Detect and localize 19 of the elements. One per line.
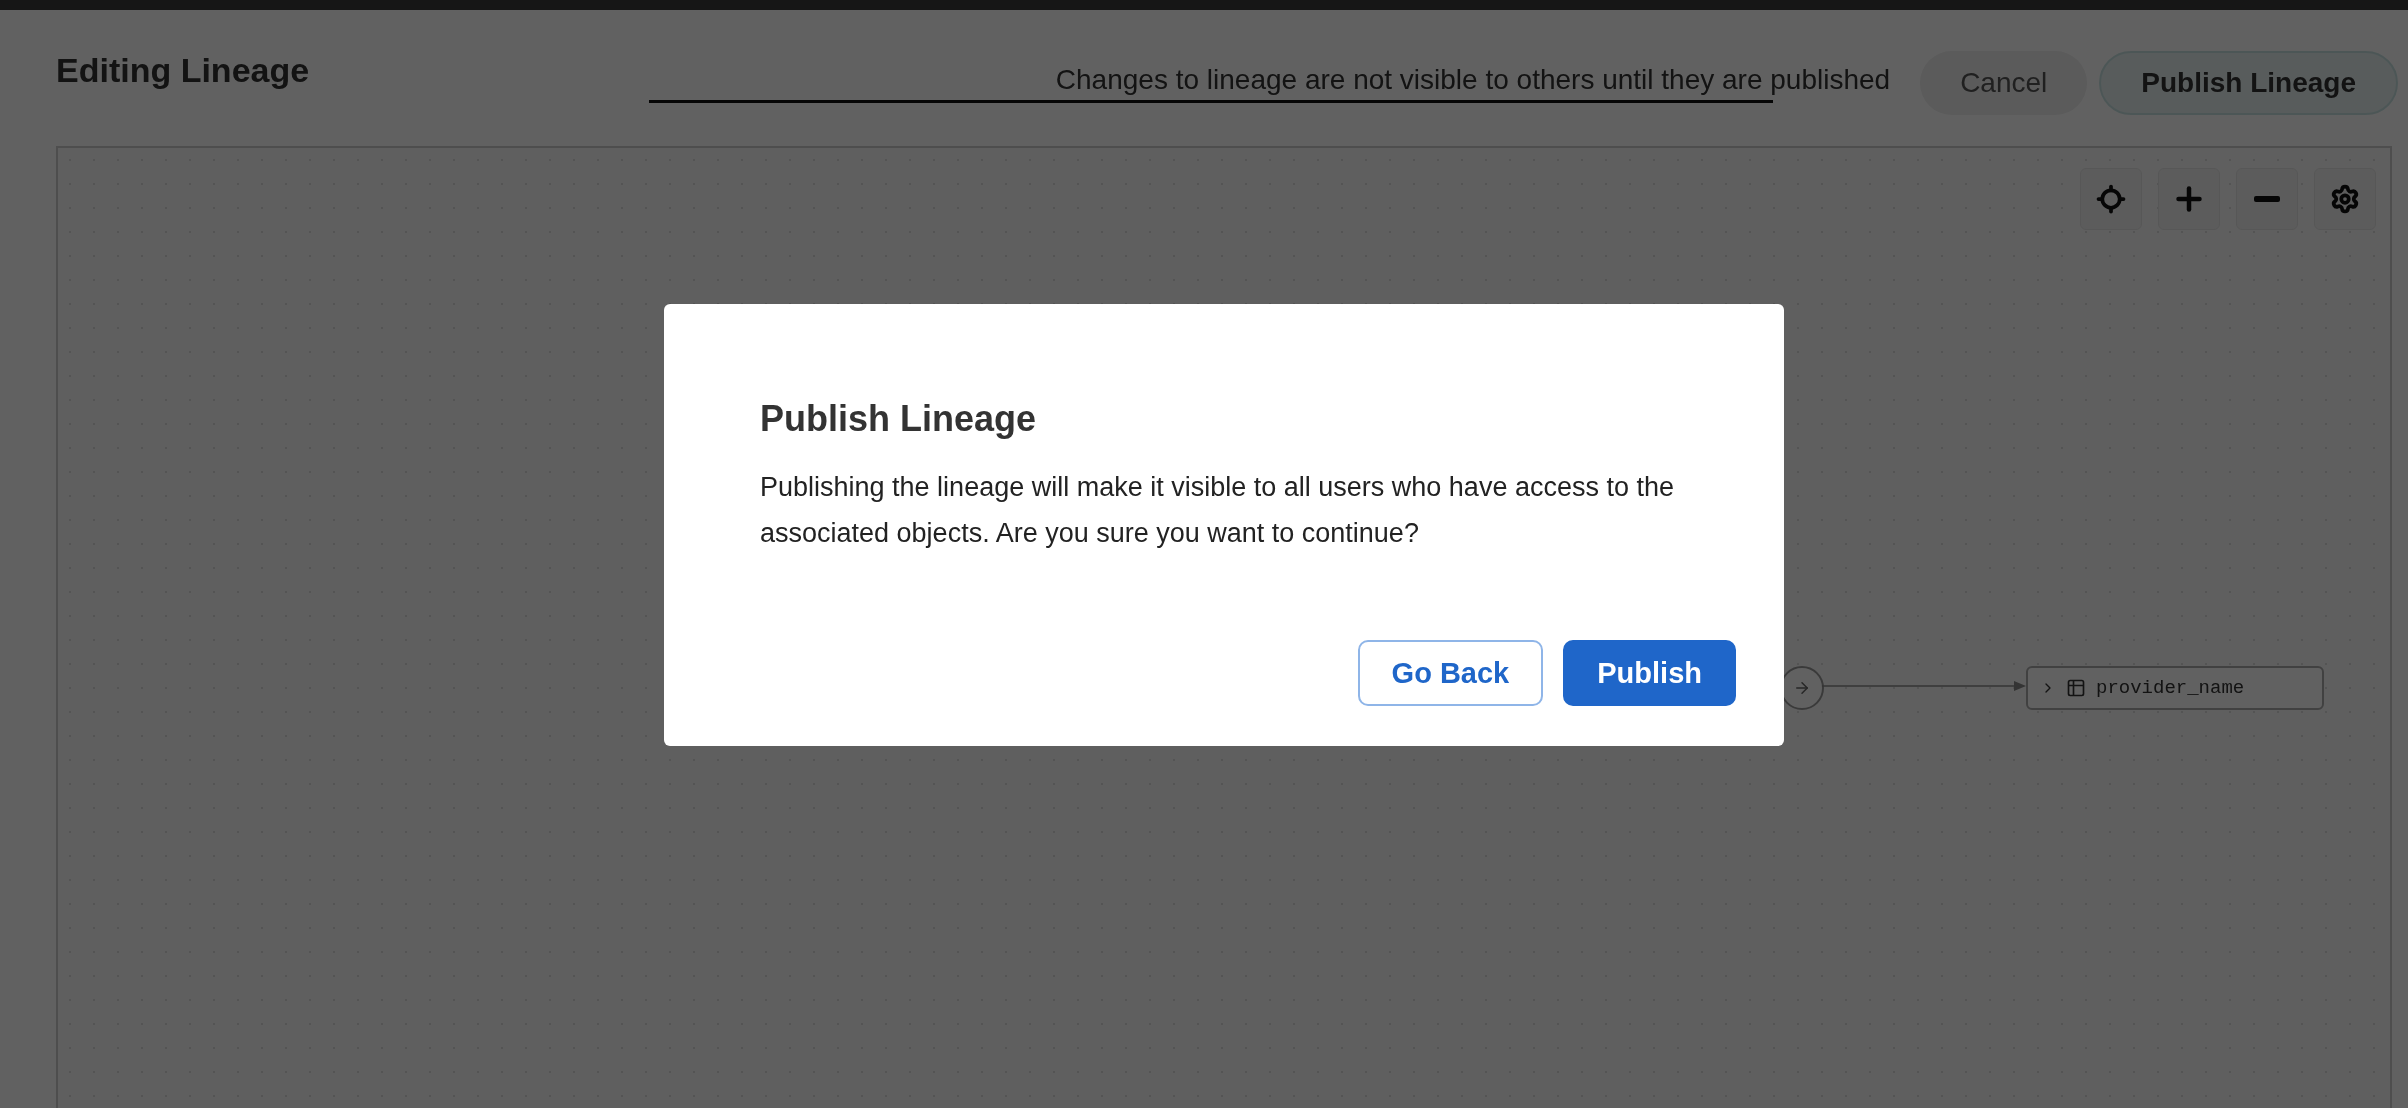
zoom-in-button[interactable] [2158, 168, 2220, 230]
go-back-button[interactable]: Go Back [1357, 640, 1544, 706]
cancel-button[interactable]: Cancel [1920, 51, 2088, 115]
node-label: provider_name [2096, 677, 2245, 699]
publish-button[interactable]: Publish [1563, 640, 1736, 706]
page-title: Editing Lineage [56, 50, 311, 90]
recenter-button[interactable] [2080, 168, 2142, 230]
zoom-out-button[interactable] [2236, 168, 2298, 230]
arrow-icon [1793, 679, 1811, 697]
minus-icon [2254, 196, 2280, 202]
dialog-message: Publishing the lineage will make it visible to all users who have access to the associated objects. Are you sure you want to continue? [760, 471, 1675, 550]
settings-button[interactable] [2314, 168, 2376, 230]
unpublished-notice: Changes to lineage are not visible to others until they are published [1055, 63, 1891, 96]
table-icon [2066, 678, 2086, 698]
crosshair-icon [2096, 184, 2126, 214]
settings-icon [2330, 184, 2360, 214]
lineage-node[interactable]: provider_name [2026, 666, 2324, 710]
dialog-title: Publish Lineage [760, 398, 1038, 440]
publish-button[interactable]: Publish Lineage [2099, 51, 2398, 115]
